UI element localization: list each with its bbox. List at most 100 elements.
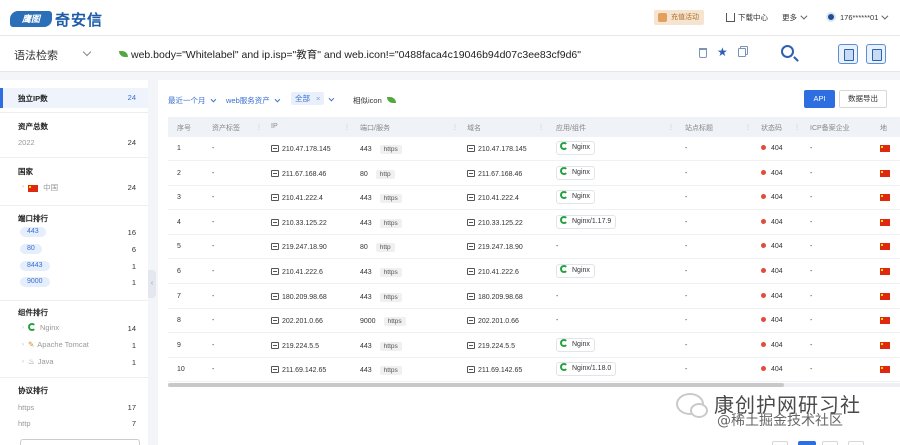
promo-button[interactable]: 充值活动 <box>654 10 704 25</box>
user-menu[interactable]: 176******01 <box>826 12 889 22</box>
th-location: 地 <box>880 125 887 132</box>
component-item-nginx[interactable]: Nginx <box>28 323 59 332</box>
th-app: 应用/组件 <box>556 125 586 132</box>
export-button[interactable]: 数据导出 <box>839 90 887 108</box>
table-row[interactable]: 4 - 210.33.125.22 443 https 210.33.125.22 Ngin… <box>168 211 900 235</box>
star-icon[interactable]: ★ <box>717 45 728 59</box>
filter-icon[interactable]: ⋮ <box>668 124 674 131</box>
country-name: 中国 <box>43 183 59 192</box>
cell-ip[interactable]: 219.247.18.90 <box>271 243 327 251</box>
app-chip[interactable]: Nginx/1.18.0 <box>556 362 617 377</box>
logo[interactable]: 鹰图 奇安信 <box>10 9 103 29</box>
filter-icon[interactable]: ⋮ <box>344 124 350 131</box>
protocol-count: 17 <box>127 403 136 412</box>
cell-ip[interactable]: 211.69.142.65 <box>271 366 326 374</box>
table-row[interactable]: 3 - 210.41.222.4 443 https 210.41.222.4 Nginx -… <box>168 186 900 211</box>
app-chip[interactable]: Nginx <box>556 337 595 352</box>
external-link-icon <box>467 268 475 275</box>
time-filter[interactable]: 最近一个月 <box>168 95 216 106</box>
app-chip[interactable]: Nginx <box>556 165 595 180</box>
table-row[interactable]: 5 - 219.247.18.90 80 http 219.247.18.90 - - 404 - <box>168 235 900 260</box>
api-button[interactable]: API <box>804 90 835 108</box>
chevron-down-icon[interactable] <box>82 47 92 57</box>
horizontal-scrollbar[interactable] <box>168 383 784 387</box>
table-row[interactable]: 10 - 211.69.142.65 443 https 211.69.142.65 Ngi… <box>168 358 900 383</box>
port-item[interactable]: 443 <box>20 227 46 237</box>
pager-page-button[interactable] <box>798 441 816 445</box>
protocol-item[interactable]: https <box>18 403 34 412</box>
cell-icp: - <box>810 218 813 226</box>
cell-domain[interactable]: 210.47.178.145 <box>467 145 527 153</box>
filter-icon[interactable]: ⋮ <box>538 124 544 131</box>
port-count: 16 <box>127 228 136 237</box>
port-item[interactable]: 8443 <box>20 261 50 271</box>
filter-icon[interactable]: ⋮ <box>794 124 800 131</box>
cell-ip[interactable]: 180.209.98.68 <box>271 292 327 301</box>
download-center-link[interactable]: 下载中心 <box>726 12 768 23</box>
collapse-sidebar-button[interactable]: ‹ <box>148 270 156 298</box>
component-item-tomcat[interactable]: ✎ Apache Tomcat <box>28 340 89 349</box>
cell-ip[interactable]: 219.224.5.5 <box>271 341 319 350</box>
chevron-down-icon <box>328 95 335 102</box>
nginx-icon <box>560 215 568 224</box>
similar-icon-toggle[interactable]: 相似icon <box>353 95 396 106</box>
app-chip[interactable]: Nginx <box>556 190 595 205</box>
cell-port: 9000 https <box>360 317 406 327</box>
more-menu[interactable]: 更多 <box>782 12 808 23</box>
cell-ip[interactable]: 210.47.178.145 <box>271 145 331 153</box>
cell-domain[interactable]: 211.67.168.46 <box>467 169 522 178</box>
port-item[interactable]: 80 <box>20 244 42 254</box>
pager-page-button[interactable] <box>848 441 864 445</box>
table-row[interactable]: 8 - 202.201.0.66 9000 https 202.201.0.66 - - 404… <box>168 309 900 334</box>
component-item-java[interactable]: ♨ Java <box>28 357 54 366</box>
cell-domain[interactable]: 210.33.125.22 <box>467 218 523 227</box>
trash-icon[interactable] <box>699 48 707 58</box>
cell-domain[interactable]: 219.247.18.90 <box>467 243 523 251</box>
cell-domain[interactable]: 202.201.0.66 <box>467 317 519 325</box>
filter-icon[interactable]: ⋮ <box>256 124 262 131</box>
cell-domain[interactable]: 211.69.142.65 <box>467 366 522 374</box>
external-link-icon <box>467 218 475 226</box>
table-row[interactable]: 7 - 180.209.98.68 443 https 180.209.98.68 - - 40… <box>168 285 900 309</box>
protocol-item[interactable]: http <box>18 419 31 428</box>
cell-status: 404 <box>761 194 783 201</box>
scope-tag[interactable]: 全部 × <box>291 92 325 105</box>
cell-domain[interactable]: 180.209.98.68 <box>467 292 523 301</box>
filter-icon[interactable]: ⋮ <box>452 124 458 131</box>
filter-icon[interactable]: ⋮ <box>745 124 751 131</box>
copy-icon[interactable] <box>738 48 746 57</box>
save-query-button[interactable] <box>838 44 858 64</box>
status-text: 404 <box>771 218 783 226</box>
pager-page-button[interactable] <box>822 441 838 445</box>
table-row[interactable]: 6 - 210.41.222.6 443 https 210.41.222.6 Nginx -… <box>168 260 900 284</box>
download-icon <box>726 13 735 22</box>
search-icon[interactable] <box>781 45 794 58</box>
scope-dropdown[interactable] <box>324 95 335 104</box>
nginx-icon <box>28 323 36 331</box>
table-row[interactable]: 9 - 219.224.5.5 443 https 219.224.5.5 Nginx - 40… <box>168 334 900 358</box>
cell-ip[interactable]: 210.33.125.22 <box>271 218 327 227</box>
cell-ip[interactable]: 210.41.222.4 <box>271 194 323 202</box>
asset-type-filter[interactable]: web服务资产 <box>226 95 281 106</box>
app-chip[interactable]: Nginx <box>556 264 595 278</box>
table-row[interactable]: 2 - 211.67.168.46 80 http 211.67.168.46 Nginx -… <box>168 162 900 186</box>
cell-domain[interactable]: 219.224.5.5 <box>467 341 515 350</box>
app-chip[interactable]: Nginx/1.17.9 <box>556 214 617 229</box>
cell-ip[interactable]: 202.201.0.66 <box>271 317 323 325</box>
cell-domain[interactable]: 210.41.222.4 <box>467 194 519 202</box>
more-stats-button[interactable] <box>20 439 140 445</box>
cell-ip[interactable]: 210.41.222.6 <box>271 268 323 276</box>
cell-title: - <box>685 268 688 275</box>
history-button[interactable] <box>866 44 886 64</box>
search-input[interactable]: web.body="Whitelabel" and ip.isp="教育" an… <box>131 47 581 62</box>
table-row[interactable]: 1 - 210.47.178.145 443 https 210.47.178.145 Ng… <box>168 137 900 161</box>
search-mode-select[interactable]: 语法检索 <box>14 47 58 63</box>
cell-app: - <box>556 243 559 251</box>
cell-ip[interactable]: 211.67.168.46 <box>271 169 326 178</box>
close-icon[interactable]: × <box>316 94 320 103</box>
pager-prev-button[interactable] <box>772 441 788 445</box>
cell-domain[interactable]: 210.41.222.6 <box>467 268 519 276</box>
port-item[interactable]: 9000 <box>20 277 50 287</box>
country-item-china[interactable]: 中国 <box>28 182 58 193</box>
app-chip[interactable]: Nginx <box>556 141 595 155</box>
